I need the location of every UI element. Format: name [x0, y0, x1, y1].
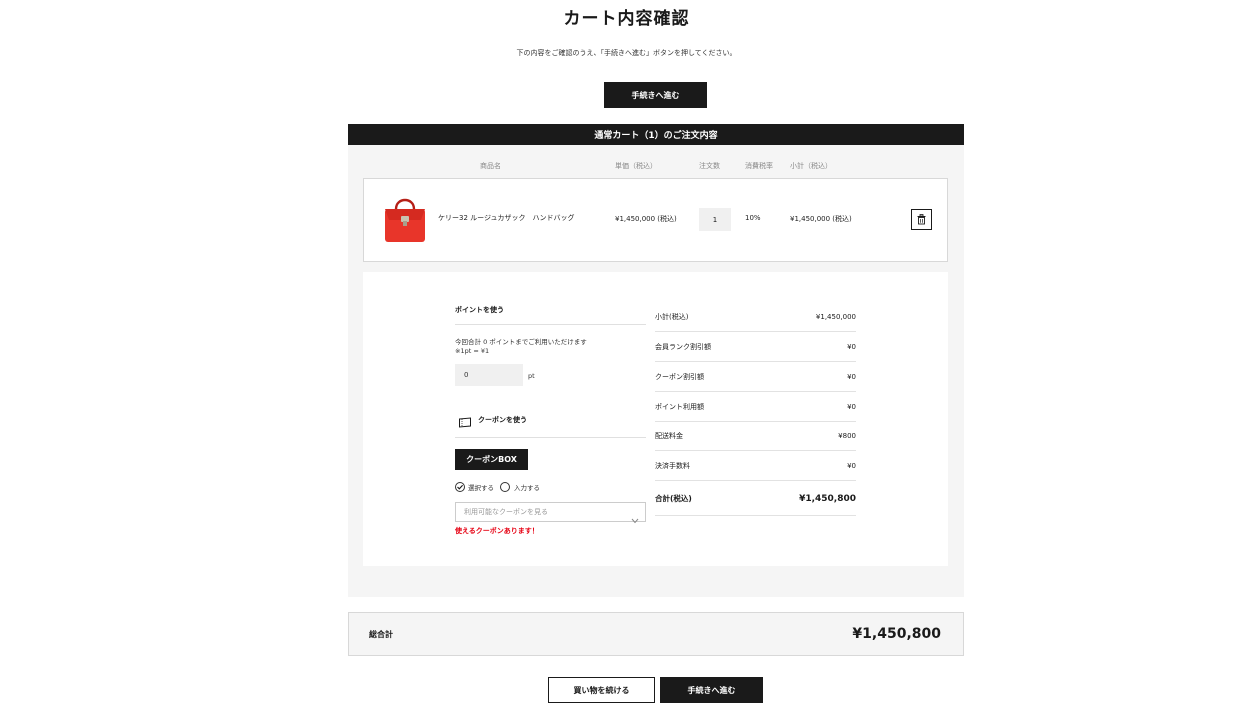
summary-value: ¥0 [847, 372, 856, 381]
summary-label: 配送料金 [655, 431, 683, 440]
column-subtotal: 小計（税込） [790, 162, 832, 170]
summary-row-points-used: ポイント利用額 ¥0 [655, 392, 856, 422]
proceed-button-bottom[interactable]: 手続きへ進む [660, 677, 763, 703]
column-product: 商品名 [480, 162, 501, 170]
summary-row-shipping: 配送料金 ¥800 [655, 421, 856, 451]
summary-label: クーポン割引額 [655, 372, 704, 381]
summary-row-subtotal: 小計(税込) ¥1,450,000 [655, 302, 856, 332]
points-unit: pt [528, 372, 535, 380]
coupon-notice: 使えるクーポンあります！ [455, 527, 539, 535]
summary-value: ¥0 [847, 402, 856, 411]
summary-total-value: ¥1,450,800 [799, 493, 856, 504]
points-available-note: 今回合計 0 ポイントまでご利用いただけます [455, 338, 587, 346]
cart-section-header: 通常カート（1）のご注文内容 [348, 124, 964, 145]
item-name[interactable]: ケリー32 ルージュカザック ハンドバッグ [438, 213, 575, 223]
summary-row-rank-discount: 会員ランク割引額 ¥0 [655, 332, 856, 362]
column-unit-price: 単価（税込） [615, 162, 657, 170]
summary-total-label: 合計(税込) [655, 494, 692, 503]
coupon-select-placeholder: 利用可能なクーポンを見る [464, 508, 548, 516]
radio-input-coupon[interactable] [500, 482, 510, 492]
quantity-input[interactable]: 1 [699, 208, 731, 231]
red-handbag-image[interactable] [381, 193, 429, 245]
grand-total-bar: 総合計 ¥1,450,800 [348, 612, 964, 656]
radio-select-coupon[interactable] [455, 482, 465, 492]
radio-select-label[interactable]: 選択する [468, 482, 494, 492]
delete-item-button[interactable] [911, 209, 932, 230]
page-title: カート内容確認 [563, 9, 690, 29]
points-title: ポイントを使う [455, 306, 504, 314]
points-rate-note: ※1pt = ¥1 [455, 347, 490, 355]
column-quantity: 注文数 [699, 162, 720, 170]
summary-label: 決済手数料 [655, 461, 690, 470]
proceed-button-top[interactable]: 手続きへ進む [604, 82, 707, 108]
summary-row-total: 合計(税込) ¥1,450,800 [655, 482, 856, 516]
item-tax-rate: 10% [745, 214, 761, 222]
summary-row-payment-fee: 決済手数料 ¥0 [655, 451, 856, 481]
grand-total-value: ¥1,450,800 [852, 626, 941, 642]
coupon-box-button[interactable]: クーポンBOX [455, 449, 528, 470]
summary-value: ¥800 [838, 431, 856, 440]
summary-value: ¥0 [847, 342, 856, 351]
summary-row-coupon-discount: クーポン割引額 ¥0 [655, 362, 856, 392]
trash-icon [917, 214, 926, 225]
grand-total-label: 総合計 [369, 629, 393, 639]
divider [455, 324, 646, 325]
summary-value: ¥0 [847, 461, 856, 470]
summary-label: 会員ランク割引額 [655, 342, 711, 351]
summary-value: ¥1,450,000 [815, 312, 856, 321]
radio-input-label[interactable]: 入力する [514, 482, 540, 492]
coupon-title: クーポンを使う [478, 416, 527, 424]
points-input[interactable]: 0 [455, 364, 523, 386]
ticket-icon [458, 413, 472, 432]
summary-label: 小計(税込) [655, 312, 689, 321]
coupon-select[interactable]: 利用可能なクーポンを見る [455, 502, 646, 522]
divider [455, 437, 646, 438]
item-unit-price: ¥1,450,000 (税込) [615, 215, 677, 223]
instruction-text: 下の内容をご確認のうえ、「手続きへ進む」ボタンを押してください。 [516, 49, 737, 57]
summary-label: ポイント利用額 [655, 402, 704, 411]
column-tax-rate: 消費税率 [745, 162, 773, 170]
item-subtotal: ¥1,450,000 (税込) [790, 215, 852, 223]
chevron-down-icon [631, 509, 639, 528]
continue-shopping-button[interactable]: 買い物を続ける [548, 677, 655, 703]
